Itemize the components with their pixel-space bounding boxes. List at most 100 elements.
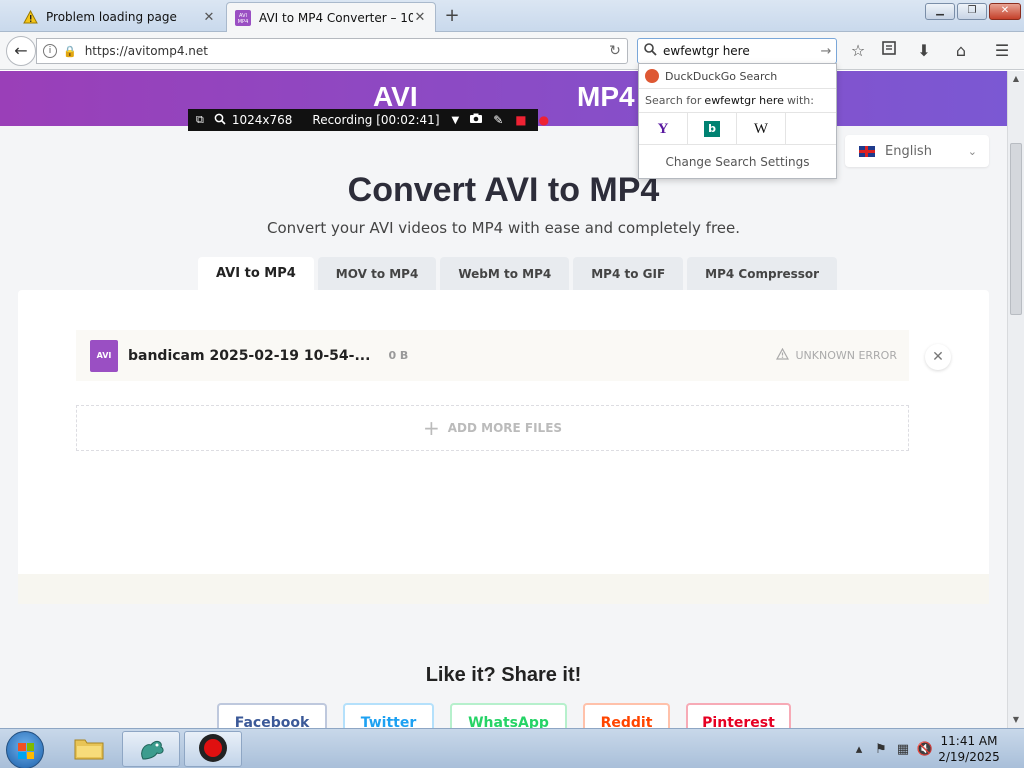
avi-mp4-favicon: AVI MP4 xyxy=(235,9,251,26)
plus-icon: + xyxy=(422,416,440,440)
tab-mov-to-mp4[interactable]: MOV to MP4 xyxy=(317,257,437,290)
search-engine-buttons: Y b W xyxy=(639,112,836,145)
language-selector[interactable]: English ⌄ xyxy=(845,135,989,167)
windows-taskbar: ▴ ⚑ ▦ 🔇 11:41 AM 2/19/2025 xyxy=(0,728,1024,768)
new-tab-button[interactable]: + xyxy=(440,5,464,27)
bing-search-button[interactable]: b xyxy=(688,113,737,145)
banner-right-text: MP4 xyxy=(577,81,635,112)
pencil-icon[interactable]: ✎ xyxy=(493,113,503,127)
file-status: UNKNOWN ERROR xyxy=(776,347,897,363)
search-for-suffix: with: xyxy=(786,94,814,107)
share-facebook-button[interactable]: Facebook xyxy=(217,703,327,728)
dragon-app-icon xyxy=(135,733,167,766)
yahoo-icon: Y xyxy=(657,120,669,137)
warning-icon xyxy=(22,9,38,25)
bandicam-taskbar-button[interactable] xyxy=(184,731,242,767)
tab-problem-loading[interactable]: Problem loading page ✕ xyxy=(14,2,224,32)
change-search-settings-button[interactable]: Change Search Settings xyxy=(639,145,836,179)
tab-title: Problem loading page xyxy=(46,10,177,24)
page-title: Convert AVI to MP4 xyxy=(347,171,660,209)
reading-list-icon[interactable] xyxy=(878,40,900,62)
camera-icon[interactable] xyxy=(469,113,483,127)
recording-resolution: 1024x768 xyxy=(231,113,293,127)
wikipedia-search-button[interactable]: W xyxy=(737,113,786,145)
navigation-toolbar: ← i 🔒 https://avitomp4.net ↻ ewfewtgr he… xyxy=(0,32,1024,70)
clock-time: 11:41 AM xyxy=(940,734,998,748)
arrow-right-icon[interactable]: → xyxy=(816,44,836,59)
minimize-button[interactable]: ▁ xyxy=(925,3,955,20)
file-status-text: UNKNOWN ERROR xyxy=(795,349,897,362)
stop-icon[interactable]: ■ xyxy=(515,113,526,127)
upload-card: AVI bandicam 2025-02-19 10-54-... 0 B UN… xyxy=(18,290,989,604)
folder-icon xyxy=(73,735,105,764)
bookmark-star-icon[interactable]: ☆ xyxy=(847,40,869,62)
network-icon[interactable]: ▦ xyxy=(892,742,914,757)
menu-icon[interactable]: ☰ xyxy=(991,40,1013,62)
share-twitter-button[interactable]: Twitter xyxy=(343,703,434,728)
zoom-icon[interactable] xyxy=(214,113,226,128)
close-icon: ✕ xyxy=(932,349,944,365)
avi-file-icon: AVI xyxy=(90,339,118,372)
download-icon[interactable]: ⬇ xyxy=(913,40,935,62)
info-icon[interactable]: i xyxy=(43,44,57,58)
lock-icon[interactable]: 🔒 xyxy=(63,45,77,58)
close-window-button[interactable]: ✕ xyxy=(989,3,1021,20)
file-explorer-taskbar-button[interactable] xyxy=(60,731,118,767)
file-row: AVI bandicam 2025-02-19 10-54-... 0 B UN… xyxy=(76,330,909,381)
record-icon[interactable]: ● xyxy=(539,113,549,127)
file-name: bandicam 2025-02-19 10-54-... xyxy=(128,347,371,364)
share-whatsapp-button[interactable]: WhatsApp xyxy=(450,703,567,728)
search-for-prefix: Search for xyxy=(645,94,702,107)
dropdown-arrow-icon[interactable]: ▼ xyxy=(452,115,460,126)
recording-status: Recording [00:02:41] xyxy=(312,113,440,127)
start-button[interactable] xyxy=(6,731,44,768)
show-hidden-icons-icon[interactable]: ▴ xyxy=(848,742,870,757)
engine-label: DuckDuckGo Search xyxy=(665,69,778,83)
volume-muted-icon[interactable]: 🔇 xyxy=(914,742,936,757)
scroll-up-icon[interactable]: ▲ xyxy=(1008,71,1024,87)
close-tab-icon[interactable]: ✕ xyxy=(202,10,216,25)
scroll-down-icon[interactable]: ▼ xyxy=(1008,712,1024,728)
yahoo-search-button[interactable]: Y xyxy=(639,113,688,145)
remove-file-button[interactable]: ✕ xyxy=(925,344,951,370)
tab-avi-to-mp4[interactable]: AVI to MP4 xyxy=(198,257,314,290)
tab-webm-to-mp4[interactable]: WebM to MP4 xyxy=(440,257,570,290)
back-button[interactable]: ← xyxy=(6,36,36,66)
converter-tabs: AVI to MP4 MOV to MP4 WebM to MP4 MP4 to… xyxy=(198,257,838,290)
web-page: AVI MP4 English ⌄ Convert AVI to MP4 Con… xyxy=(0,71,1007,728)
share-pinterest-button[interactable]: Pinterest xyxy=(686,703,791,728)
tab-mp4-compressor[interactable]: MP4 Compressor xyxy=(687,257,838,290)
tab-mp4-to-gif[interactable]: MP4 to GIF xyxy=(573,257,684,290)
bing-icon: b xyxy=(704,121,720,137)
search-suggestions-dropdown: DuckDuckGo Search Search for ewfewtgr he… xyxy=(638,63,837,179)
uk-flag-icon xyxy=(859,145,875,157)
windows-logo-icon xyxy=(18,743,34,759)
clock-date: 2/19/2025 xyxy=(938,750,1000,764)
tab-avi-to-mp4[interactable]: AVI MP4 AVI to MP4 Converter – 100 ✕ xyxy=(226,2,436,32)
search-engine-row[interactable]: DuckDuckGo Search xyxy=(639,64,836,88)
language-label: English xyxy=(885,143,932,159)
arrow-left-icon: ← xyxy=(14,41,28,60)
record-icon xyxy=(198,733,228,766)
url-text[interactable]: https://avitomp4.net xyxy=(85,44,603,58)
firefox-taskbar-button[interactable] xyxy=(122,731,180,767)
clock[interactable]: 11:41 AM 2/19/2025 xyxy=(936,733,1002,765)
maximize-button[interactable]: ❐ xyxy=(957,3,987,20)
reload-icon[interactable]: ↻ xyxy=(603,43,627,59)
window-mode-icon[interactable]: ⧉ xyxy=(196,113,204,127)
vertical-scrollbar[interactable]: ▲ ▼ xyxy=(1007,71,1024,728)
page-subtitle: Convert your AVI videos to MP4 with ease… xyxy=(266,219,741,237)
search-icon xyxy=(644,43,657,59)
duckduckgo-icon xyxy=(645,69,659,83)
add-more-files-button[interactable]: + ADD MORE FILES xyxy=(76,405,909,451)
address-bar[interactable]: i 🔒 https://avitomp4.net ↻ xyxy=(36,38,628,64)
close-tab-icon[interactable]: ✕ xyxy=(413,10,427,25)
share-reddit-button[interactable]: Reddit xyxy=(583,703,670,728)
scrollbar-thumb[interactable] xyxy=(1010,143,1022,315)
system-tray: ▴ ⚑ ▦ 🔇 11:41 AM 2/19/2025 xyxy=(848,729,1024,768)
search-term: ewfewtgr here xyxy=(704,94,784,107)
action-center-flag-icon[interactable]: ⚑ xyxy=(870,742,892,757)
search-value[interactable]: ewfewtgr here xyxy=(657,44,816,58)
search-input[interactable]: ewfewtgr here → xyxy=(637,38,837,64)
home-icon[interactable]: ⌂ xyxy=(950,40,972,62)
